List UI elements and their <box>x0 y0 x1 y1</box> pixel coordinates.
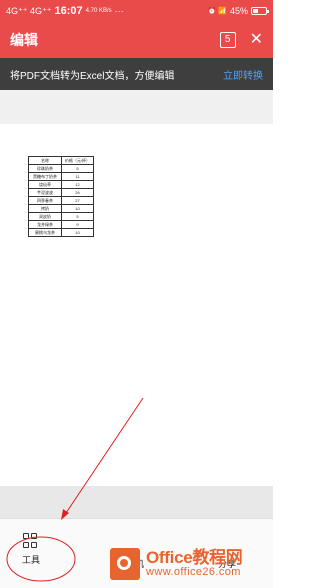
table-row: 双皮奶 5 <box>28 212 94 221</box>
cell-name: 拷奶 <box>28 204 62 213</box>
spreadsheet-table: 名称 价格（元/杯） 珍珠奶茶 5 黑糖布丁奶茶 11 烧仙草 12 芋泥波波 26 四… <box>28 156 94 237</box>
table-row: 珍珠奶茶 5 <box>28 164 94 173</box>
table-row: 拷奶 10 <box>28 204 94 213</box>
status-right: ⏰ 📶 45% <box>207 6 269 16</box>
cell-price: 10 <box>61 228 94 237</box>
cell-name: 珍珠奶茶 <box>28 164 62 173</box>
tools-icon <box>23 533 39 549</box>
watermark: Office教程网 www.office26.com <box>110 540 273 588</box>
clock: 16:07 <box>54 5 83 17</box>
cell-name: 黑糖布丁奶茶 <box>28 172 62 181</box>
convert-now-button[interactable]: 立即转换 <box>223 67 263 82</box>
cell-name: 四季春茶 <box>28 196 62 205</box>
app-bar: 编辑 5 ✕ <box>0 22 273 58</box>
cell-name: 蜜桃乌龙茶 <box>28 228 62 237</box>
battery-icon <box>251 7 269 15</box>
table-row: 烧仙草 12 <box>28 180 94 189</box>
cell-price: 10 <box>61 204 94 213</box>
cell-price: 9 <box>61 220 94 229</box>
tools-label: 工具 <box>22 555 41 565</box>
cell-price: 11 <box>61 172 94 181</box>
table-row: 蜜桃乌龙茶 10 <box>28 228 94 237</box>
alarm-wifi-icon: ⏰ 📶 <box>207 8 227 15</box>
cell-price: 26 <box>61 188 94 197</box>
app-actions: 5 ✕ <box>219 32 263 48</box>
cell-price: 5 <box>61 212 94 221</box>
status-left: 4G⁺⁺ 4G⁺⁺ 16:07 4.70 KB/s ··· <box>6 5 124 17</box>
cell-name: 芋泥波波 <box>28 188 62 197</box>
network-speed: 4.70 KB/s <box>85 8 112 14</box>
watermark-text: Office教程网 www.office26.com <box>146 548 243 579</box>
watermark-title: Office教程网 <box>146 548 243 568</box>
cell-price: 27 <box>61 196 94 205</box>
table-row: 四季春茶 27 <box>28 196 94 205</box>
table-row: 黑糖布丁奶茶 11 <box>28 172 94 181</box>
page-count-button[interactable]: 5 <box>219 32 236 48</box>
office-logo <box>110 548 140 580</box>
cell-name: 双皮奶 <box>28 212 62 221</box>
table-row: 芋泥波波 26 <box>28 188 94 197</box>
cell-name: 龙井绿茶 <box>28 220 62 229</box>
convert-banner: 将PDF文档转为Excel文档，方便编辑 立即转换 <box>0 58 273 90</box>
close-icon[interactable]: ✕ <box>250 32 263 48</box>
status-bar: 4G⁺⁺ 4G⁺⁺ 16:07 4.70 KB/s ··· ⏰ 📶 45% <box>0 0 273 22</box>
document-area[interactable]: 名称 价格（元/杯） 珍珠奶茶 5 黑糖布丁奶茶 11 烧仙草 12 芋泥波波 26 四… <box>0 124 273 486</box>
page-title: 编辑 <box>10 32 38 48</box>
toolbar-gap <box>0 90 273 124</box>
cell-name: 烧仙草 <box>28 180 62 189</box>
header-price: 价格（元/杯） <box>61 156 94 165</box>
bottom-gray-band <box>0 486 273 518</box>
cell-price: 5 <box>61 164 94 173</box>
header-name: 名称 <box>28 156 62 165</box>
convert-banner-text: 将PDF文档转为Excel文档，方便编辑 <box>10 70 175 82</box>
network-indicator: 4G⁺⁺ 4G⁺⁺ <box>6 5 52 16</box>
table-header-row: 名称 价格（元/杯） <box>28 156 94 165</box>
watermark-url: www.office26.com <box>146 566 241 579</box>
battery-percent: 45% <box>229 6 248 16</box>
cell-price: 12 <box>61 180 94 189</box>
battery-fill <box>253 9 258 13</box>
more-dots: ··· <box>114 6 124 16</box>
table-row: 龙井绿茶 9 <box>28 220 94 229</box>
tools-button[interactable]: 工具 <box>22 533 40 566</box>
